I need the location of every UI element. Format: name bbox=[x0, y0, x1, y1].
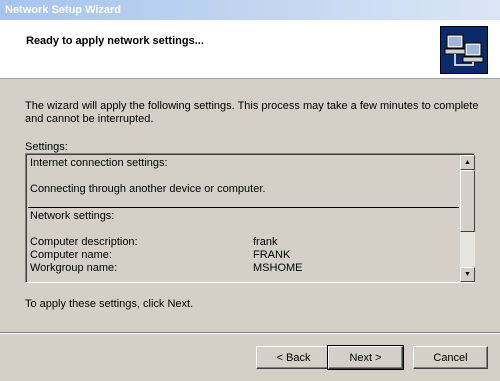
settings-list-content: Internet connection settings: Connecting… bbox=[28, 155, 459, 281]
internet-settings-detail: Connecting through another device or com… bbox=[30, 183, 266, 195]
internet-settings-heading: Internet connection settings: bbox=[30, 157, 168, 169]
footer-separator bbox=[0, 332, 500, 334]
setting-label: Computer name: bbox=[30, 249, 112, 261]
setting-label: Computer description: bbox=[30, 236, 138, 248]
network-computers-icon bbox=[440, 26, 488, 74]
page-title: Ready to apply network settings... bbox=[26, 35, 204, 47]
title-bar[interactable]: Network Setup Wizard bbox=[0, 0, 500, 20]
back-button[interactable]: < Back bbox=[256, 346, 331, 369]
intro-text: The wizard will apply the following sett… bbox=[25, 100, 479, 125]
cancel-button[interactable]: Cancel bbox=[413, 346, 488, 369]
scroll-thumb[interactable] bbox=[460, 170, 475, 232]
settings-listbox[interactable]: Internet connection settings: Connecting… bbox=[25, 153, 475, 283]
settings-label: Settings: bbox=[25, 141, 68, 153]
setting-label: Workgroup name: bbox=[30, 262, 118, 274]
network-settings-heading: Network settings: bbox=[30, 210, 115, 222]
setting-value: FRANK bbox=[253, 249, 291, 261]
window-title: Network Setup Wizard bbox=[5, 4, 122, 16]
apply-instruction: To apply these settings, click Next. bbox=[25, 298, 194, 310]
wizard-header: Ready to apply network settings... bbox=[0, 20, 500, 79]
scroll-down-icon[interactable]: ▼ bbox=[460, 267, 475, 282]
setting-value: frank bbox=[253, 236, 278, 248]
next-button[interactable]: Next > bbox=[327, 345, 404, 370]
setting-value: MSHOME bbox=[253, 262, 303, 274]
scroll-up-icon[interactable]: ▲ bbox=[460, 155, 475, 170]
vertical-scrollbar[interactable]: ▲ ▼ bbox=[460, 155, 475, 282]
settings-divider bbox=[28, 207, 459, 208]
